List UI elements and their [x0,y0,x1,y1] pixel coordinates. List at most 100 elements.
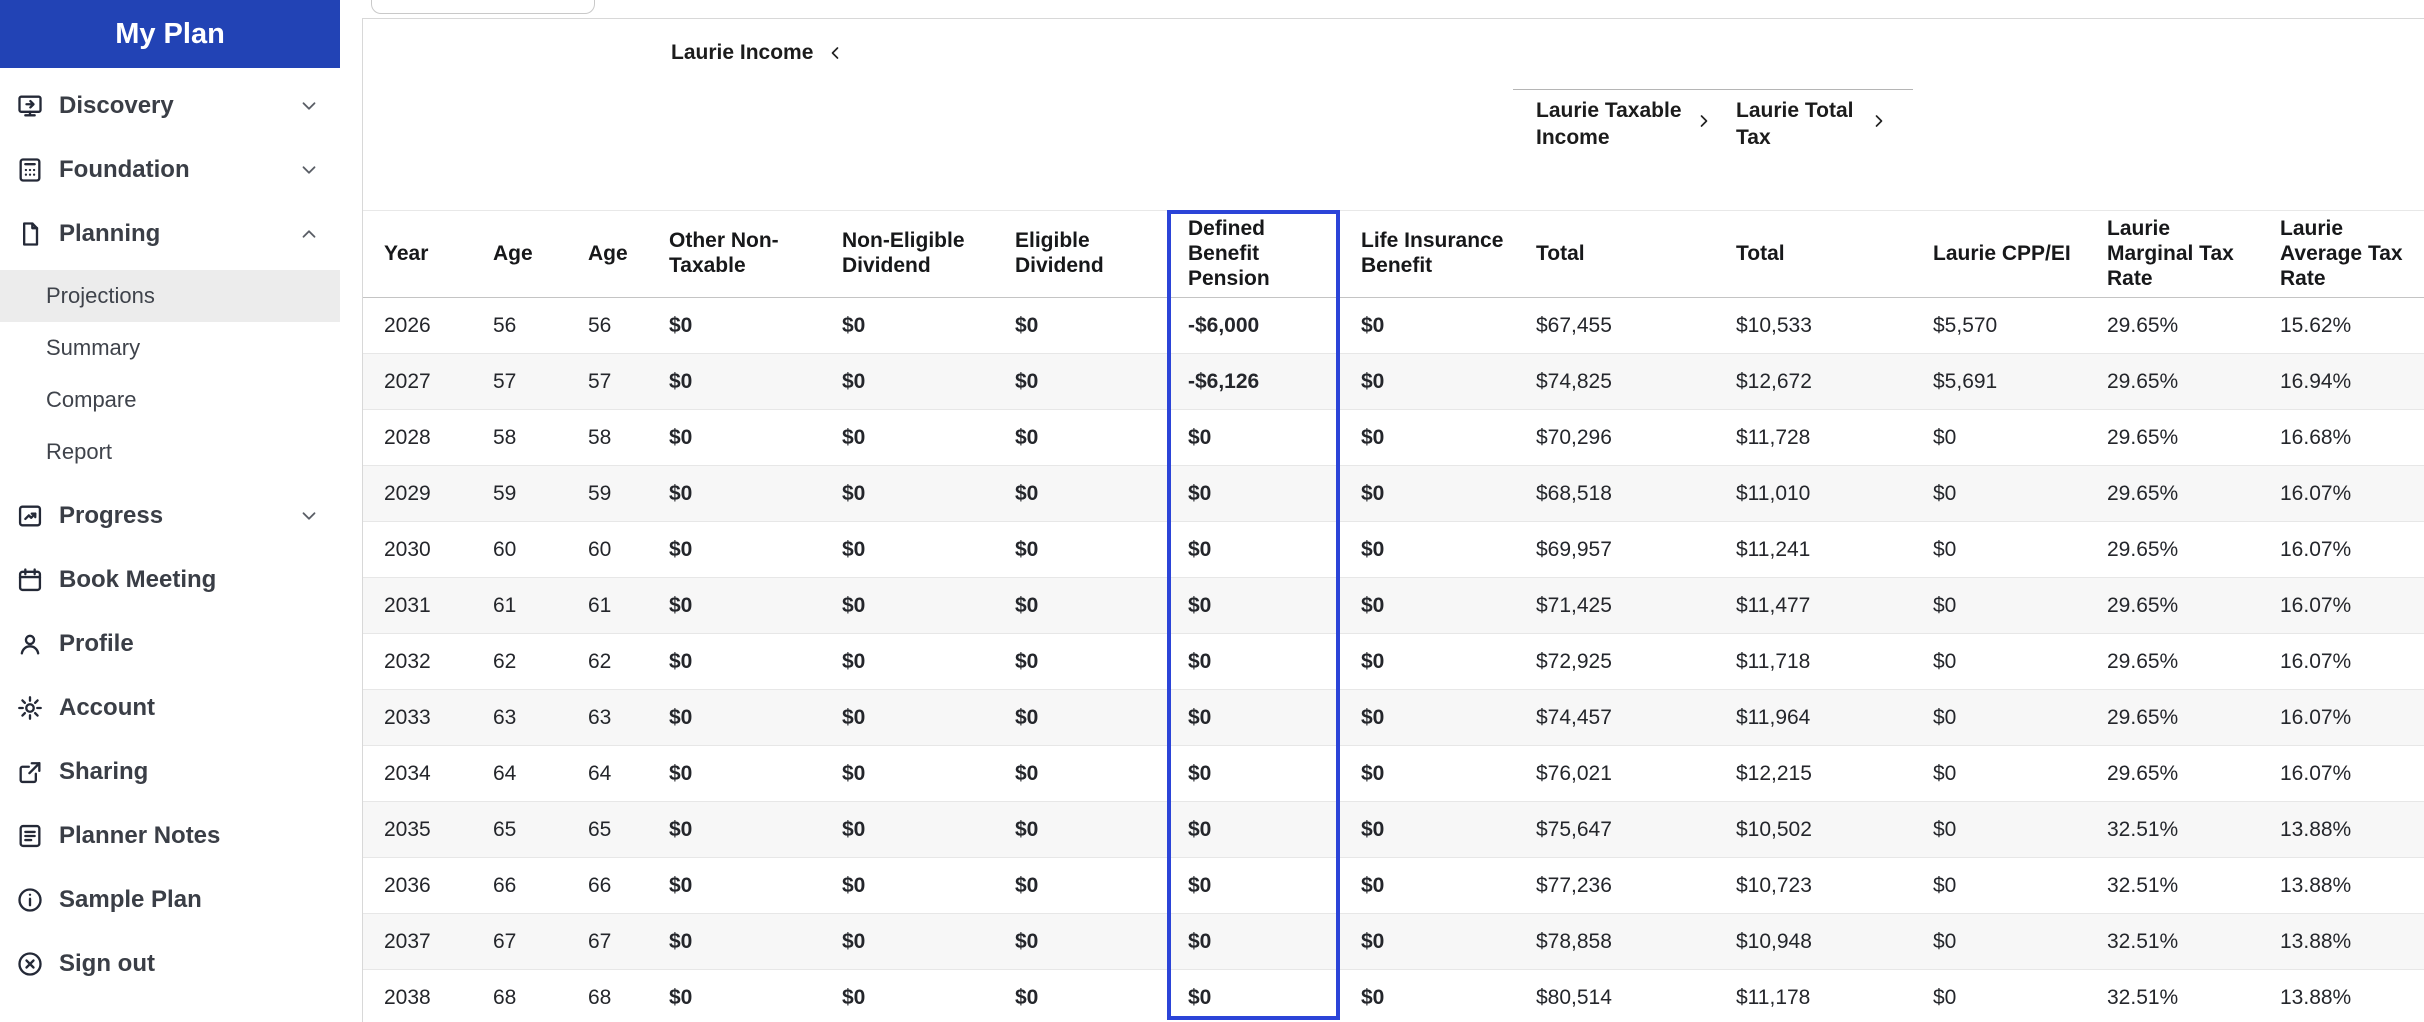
cell-eligible_dividend[interactable]: $0 [994,745,1167,803]
sidebar-item-book-meeting[interactable]: Book Meeting [0,548,340,612]
sidebar-item-compare[interactable]: Compare [0,374,340,426]
sidebar-item-summary[interactable]: Summary [0,322,340,374]
cell-year: 2028 [363,409,472,467]
cell-non_eligible_dividend[interactable]: $0 [821,969,994,1022]
sidebar-item-progress[interactable]: Progress [0,484,340,548]
cell-eligible_dividend[interactable]: $0 [994,913,1167,971]
cell-eligible_dividend[interactable]: $0 [994,689,1167,747]
cell-defined_benefit_pension[interactable]: $0 [1167,801,1340,859]
cell-laurie_cpp_ei: $0 [1912,913,2086,971]
column-header-year: Year [363,209,472,299]
cell-other_non_taxable[interactable]: $0 [648,857,821,915]
cell-non_eligible_dividend[interactable]: $0 [821,689,994,747]
sidebar-item-planner-notes[interactable]: Planner Notes [0,804,340,868]
table-row: 2029 59 59 $0 $0 $0 $0 $0 $68,518 $11,010 $0 29.65%… [363,465,2424,523]
cell-age2: 66 [567,857,648,915]
cell-non_eligible_dividend[interactable]: $0 [821,913,994,971]
cell-other_non_taxable[interactable]: $0 [648,633,821,691]
sidebar-item-label: Account [59,694,155,721]
cell-life_insurance_benefit[interactable]: $0 [1340,857,1515,915]
expand-laurie-taxable-income-icon[interactable] [1694,111,1714,131]
cell-life_insurance_benefit[interactable]: $0 [1340,913,1515,971]
cell-defined_benefit_pension[interactable]: -$6,000 [1167,297,1340,355]
cell-laurie_average_tax_rate: 15.62% [2259,297,2424,355]
cell-eligible_dividend[interactable]: $0 [994,969,1167,1022]
cell-defined_benefit_pension[interactable]: $0 [1167,913,1340,971]
cell-defined_benefit_pension[interactable]: $0 [1167,577,1340,635]
cell-eligible_dividend[interactable]: $0 [994,409,1167,467]
cell-eligible_dividend[interactable]: $0 [994,465,1167,523]
cell-other_non_taxable[interactable]: $0 [648,801,821,859]
cell-defined_benefit_pension[interactable]: $0 [1167,745,1340,803]
sidebar-item-account[interactable]: Account [0,676,340,740]
sidebar-item-projections[interactable]: Projections [0,270,340,322]
cell-non_eligible_dividend[interactable]: $0 [821,521,994,579]
calendar-icon [15,565,45,595]
sub-item-label: Compare [46,387,137,412]
cell-taxable_income_total: $72,925 [1515,633,1715,691]
cell-non_eligible_dividend[interactable]: $0 [821,297,994,355]
profile-icon [15,629,45,659]
sidebar-item-planning[interactable]: Planning [0,202,340,266]
partial-tab[interactable] [371,0,595,14]
cell-other_non_taxable[interactable]: $0 [648,689,821,747]
cell-non_eligible_dividend[interactable]: $0 [821,465,994,523]
cell-non_eligible_dividend[interactable]: $0 [821,409,994,467]
collapse-laurie-income-icon[interactable] [825,43,845,63]
cell-defined_benefit_pension[interactable]: $0 [1167,521,1340,579]
cell-life_insurance_benefit[interactable]: $0 [1340,297,1515,355]
cell-non_eligible_dividend[interactable]: $0 [821,353,994,411]
cell-defined_benefit_pension[interactable]: $0 [1167,409,1340,467]
cell-eligible_dividend[interactable]: $0 [994,801,1167,859]
cell-life_insurance_benefit[interactable]: $0 [1340,465,1515,523]
cell-eligible_dividend[interactable]: $0 [994,633,1167,691]
cell-life_insurance_benefit[interactable]: $0 [1340,409,1515,467]
cell-defined_benefit_pension[interactable]: -$6,126 [1167,353,1340,411]
cell-eligible_dividend[interactable]: $0 [994,297,1167,355]
sidebar-item-sample-plan[interactable]: Sample Plan [0,868,340,932]
sidebar-item-sign-out[interactable]: Sign out [0,932,340,996]
cell-non_eligible_dividend[interactable]: $0 [821,745,994,803]
cell-defined_benefit_pension[interactable]: $0 [1167,969,1340,1022]
cell-defined_benefit_pension[interactable]: $0 [1167,465,1340,523]
cell-defined_benefit_pension[interactable]: $0 [1167,857,1340,915]
sidebar-item-discovery[interactable]: Discovery [0,74,340,138]
cell-taxable_income_total: $71,425 [1515,577,1715,635]
cell-life_insurance_benefit[interactable]: $0 [1340,577,1515,635]
cell-other_non_taxable[interactable]: $0 [648,409,821,467]
table-row: 2037 67 67 $0 $0 $0 $0 $0 $78,858 $10,948 $0 32.51%… [363,913,2424,971]
cell-year: 2032 [363,633,472,691]
cell-other_non_taxable[interactable]: $0 [648,745,821,803]
sidebar-item-sharing[interactable]: Sharing [0,740,340,804]
discovery-icon [15,91,45,121]
cell-other_non_taxable[interactable]: $0 [648,969,821,1022]
cell-non_eligible_dividend[interactable]: $0 [821,801,994,859]
sidebar-item-report[interactable]: Report [0,426,340,478]
cell-non_eligible_dividend[interactable]: $0 [821,577,994,635]
expand-laurie-total-tax-icon[interactable] [1869,111,1889,131]
cell-life_insurance_benefit[interactable]: $0 [1340,689,1515,747]
cell-other_non_taxable[interactable]: $0 [648,521,821,579]
cell-eligible_dividend[interactable]: $0 [994,521,1167,579]
cell-life_insurance_benefit[interactable]: $0 [1340,801,1515,859]
sidebar-item-foundation[interactable]: Foundation [0,138,340,202]
cell-life_insurance_benefit[interactable]: $0 [1340,745,1515,803]
cell-other_non_taxable[interactable]: $0 [648,297,821,355]
cell-defined_benefit_pension[interactable]: $0 [1167,689,1340,747]
column-header-age1: Age [472,209,567,299]
cell-other_non_taxable[interactable]: $0 [648,353,821,411]
cell-non_eligible_dividend[interactable]: $0 [821,633,994,691]
cell-eligible_dividend[interactable]: $0 [994,353,1167,411]
cell-life_insurance_benefit[interactable]: $0 [1340,633,1515,691]
cell-other_non_taxable[interactable]: $0 [648,913,821,971]
cell-non_eligible_dividend[interactable]: $0 [821,857,994,915]
cell-eligible_dividend[interactable]: $0 [994,857,1167,915]
cell-other_non_taxable[interactable]: $0 [648,577,821,635]
cell-life_insurance_benefit[interactable]: $0 [1340,353,1515,411]
cell-defined_benefit_pension[interactable]: $0 [1167,633,1340,691]
cell-eligible_dividend[interactable]: $0 [994,577,1167,635]
cell-other_non_taxable[interactable]: $0 [648,465,821,523]
cell-life_insurance_benefit[interactable]: $0 [1340,969,1515,1022]
sidebar-item-profile[interactable]: Profile [0,612,340,676]
cell-life_insurance_benefit[interactable]: $0 [1340,521,1515,579]
